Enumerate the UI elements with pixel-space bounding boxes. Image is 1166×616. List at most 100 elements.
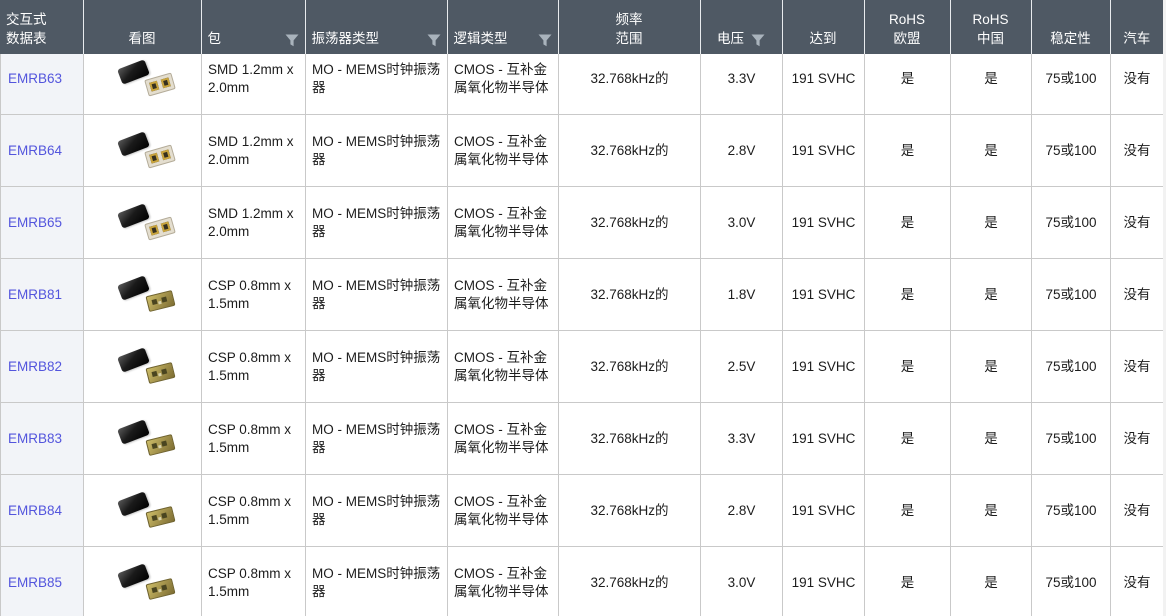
logic-type-cell: CMOS - 互补金属氧化物半导体 bbox=[448, 403, 559, 475]
rohs-china-cell: 是 bbox=[951, 547, 1032, 616]
oscillator-type-cell: MO - MEMS时钟振荡器 bbox=[306, 547, 448, 616]
column-header-logic_type[interactable]: 逻辑类型 bbox=[447, 0, 558, 54]
oscillator-type-cell: MO - MEMS时钟振荡器 bbox=[306, 475, 448, 547]
rohs-eu-cell: 是 bbox=[865, 259, 951, 331]
package-cell: SMD 1.2mm x 2.0mm bbox=[202, 187, 306, 259]
column-header-label: 汽车 bbox=[1117, 29, 1158, 48]
smd-chip-pair-photo[interactable] bbox=[111, 204, 175, 242]
column-header-rohs_eu: RoHS欧盟 bbox=[864, 0, 950, 54]
reach-cell: 191 SVHC bbox=[783, 187, 865, 259]
rohs-china-cell: 是 bbox=[951, 403, 1032, 475]
table-scroll-viewport[interactable]: EMRB63SMD 1.2mm x 2.0mmMO - MEMS时钟振荡器CMO… bbox=[0, 54, 1166, 616]
reach-cell: 191 SVHC bbox=[783, 259, 865, 331]
chip-bottom-view-image bbox=[145, 577, 175, 599]
stability-cell: 75或100 bbox=[1032, 475, 1111, 547]
column-header-oscillator_type[interactable]: 振荡器类型 bbox=[305, 0, 447, 54]
csp-chip-pair-photo[interactable] bbox=[111, 276, 175, 314]
chip-bottom-view-image bbox=[145, 289, 175, 311]
part-number-link[interactable]: EMRB83 bbox=[8, 431, 62, 446]
stability-cell: 75或100 bbox=[1032, 547, 1111, 616]
datasheet-cell: EMRB82 bbox=[1, 331, 84, 403]
reach-cell: 191 SVHC bbox=[783, 115, 865, 187]
datasheet-cell: EMRB83 bbox=[1, 403, 84, 475]
column-header-label: 逻辑类型 bbox=[454, 29, 508, 48]
voltage-cell: 3.3V bbox=[701, 403, 783, 475]
filter-funnel-icon[interactable] bbox=[751, 34, 765, 47]
part-number-link[interactable]: EMRB85 bbox=[8, 575, 62, 590]
table-row: EMRB84CSP 0.8mm x 1.5mmMO - MEMS时钟振荡器CMO… bbox=[1, 475, 1164, 547]
column-header-label: RoHS中国 bbox=[957, 10, 1025, 48]
voltage-cell: 1.8V bbox=[701, 259, 783, 331]
csp-chip-pair-photo[interactable] bbox=[111, 492, 175, 530]
automotive-cell: 没有 bbox=[1111, 403, 1164, 475]
column-header-label: 看图 bbox=[90, 29, 195, 48]
chip-top-view-image bbox=[117, 491, 150, 516]
package-cell: SMD 1.2mm x 2.0mm bbox=[202, 54, 306, 115]
stability-cell: 75或100 bbox=[1032, 187, 1111, 259]
smd-chip-pair-photo[interactable] bbox=[111, 132, 175, 170]
smd-chip-pair-photo[interactable] bbox=[111, 60, 175, 98]
automotive-cell: 没有 bbox=[1111, 115, 1164, 187]
part-number-link[interactable]: EMRB84 bbox=[8, 503, 62, 518]
table-rows: EMRB63SMD 1.2mm x 2.0mmMO - MEMS时钟振荡器CMO… bbox=[1, 54, 1164, 616]
parametric-parts-table-page: 交互式数据表看图包振荡器类型逻辑类型频率范围电压达到RoHS欧盟RoHS中国稳定… bbox=[0, 0, 1166, 616]
oscillator-type-cell: MO - MEMS时钟振荡器 bbox=[306, 54, 448, 115]
view-image-cell bbox=[84, 547, 202, 616]
chip-bottom-view-image bbox=[144, 144, 176, 168]
automotive-cell: 没有 bbox=[1111, 475, 1164, 547]
chip-top-view-image bbox=[117, 419, 150, 444]
logic-type-cell: CMOS - 互补金属氧化物半导体 bbox=[448, 54, 559, 115]
voltage-cell: 2.5V bbox=[701, 331, 783, 403]
voltage-cell: 2.8V bbox=[701, 475, 783, 547]
reach-cell: 191 SVHC bbox=[783, 547, 865, 616]
logic-type-cell: CMOS - 互补金属氧化物半导体 bbox=[448, 547, 559, 616]
column-header-label: 电压 bbox=[717, 29, 744, 48]
oscillator-type-cell: MO - MEMS时钟振荡器 bbox=[306, 331, 448, 403]
header-row: 交互式数据表看图包振荡器类型逻辑类型频率范围电压达到RoHS欧盟RoHS中国稳定… bbox=[0, 0, 1163, 54]
table-row: EMRB83CSP 0.8mm x 1.5mmMO - MEMS时钟振荡器CMO… bbox=[1, 403, 1164, 475]
column-header-datasheet: 交互式数据表 bbox=[0, 0, 83, 54]
part-number-link[interactable]: EMRB64 bbox=[8, 143, 62, 158]
part-number-link[interactable]: EMRB63 bbox=[8, 71, 62, 86]
rohs-eu-cell: 是 bbox=[865, 187, 951, 259]
column-header-label: 稳定性 bbox=[1038, 29, 1104, 48]
voltage-cell: 3.0V bbox=[701, 547, 783, 616]
chip-bottom-view-image bbox=[145, 505, 175, 527]
column-header-voltage[interactable]: 电压 bbox=[700, 0, 782, 54]
logic-type-cell: CMOS - 互补金属氧化物半导体 bbox=[448, 187, 559, 259]
column-header-frequency_range: 频率范围 bbox=[558, 0, 700, 54]
datasheet-cell: EMRB85 bbox=[1, 547, 84, 616]
chip-bottom-view-image bbox=[145, 361, 175, 383]
table-body: EMRB63SMD 1.2mm x 2.0mmMO - MEMS时钟振荡器CMO… bbox=[0, 54, 1164, 616]
automotive-cell: 没有 bbox=[1111, 547, 1164, 616]
frequency-range-cell: 32.768kHz的 bbox=[559, 259, 701, 331]
frequency-range-cell: 32.768kHz的 bbox=[559, 187, 701, 259]
table-row: EMRB65SMD 1.2mm x 2.0mmMO - MEMS时钟振荡器CMO… bbox=[1, 187, 1164, 259]
part-number-link[interactable]: EMRB82 bbox=[8, 359, 62, 374]
filter-funnel-icon[interactable] bbox=[427, 34, 441, 47]
part-number-link[interactable]: EMRB65 bbox=[8, 215, 62, 230]
csp-chip-pair-photo[interactable] bbox=[111, 348, 175, 386]
column-header-image: 看图 bbox=[83, 0, 201, 54]
view-image-cell bbox=[84, 259, 202, 331]
column-header-automotive: 汽车 bbox=[1110, 0, 1163, 54]
filter-funnel-icon[interactable] bbox=[538, 34, 552, 47]
automotive-cell: 没有 bbox=[1111, 331, 1164, 403]
table-row: EMRB85CSP 0.8mm x 1.5mmMO - MEMS时钟振荡器CMO… bbox=[1, 547, 1164, 616]
csp-chip-pair-photo[interactable] bbox=[111, 564, 175, 602]
reach-cell: 191 SVHC bbox=[783, 54, 865, 115]
automotive-cell: 没有 bbox=[1111, 259, 1164, 331]
datasheet-cell: EMRB65 bbox=[1, 187, 84, 259]
column-header-label: 振荡器类型 bbox=[312, 29, 380, 48]
view-image-cell bbox=[84, 115, 202, 187]
rohs-china-cell: 是 bbox=[951, 331, 1032, 403]
automotive-cell: 没有 bbox=[1111, 54, 1164, 115]
filter-funnel-icon[interactable] bbox=[285, 34, 299, 47]
csp-chip-pair-photo[interactable] bbox=[111, 420, 175, 458]
chip-top-view-image bbox=[117, 275, 150, 300]
chip-bottom-view-image bbox=[144, 216, 176, 240]
reach-cell: 191 SVHC bbox=[783, 475, 865, 547]
part-number-link[interactable]: EMRB81 bbox=[8, 287, 62, 302]
table-row: EMRB63 SMD 1.2mm x 2.0mmMO - MEMS时钟振荡器CMO… bbox=[1, 54, 1164, 115]
column-header-package[interactable]: 包 bbox=[201, 0, 305, 54]
